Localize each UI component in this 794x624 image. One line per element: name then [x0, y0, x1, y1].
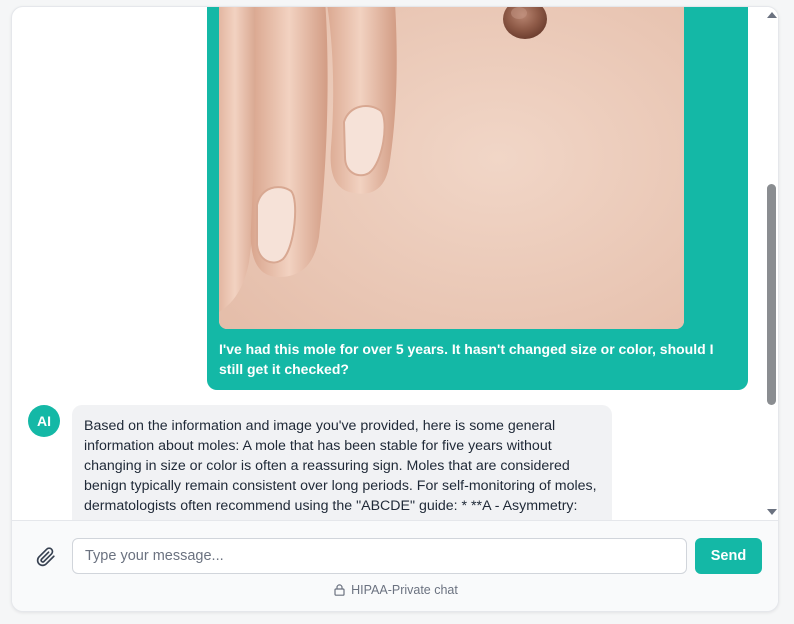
paperclip-icon[interactable] — [36, 547, 56, 567]
ai-message-bubble: Based on the information and image you'v… — [72, 405, 612, 520]
privacy-text: HIPAA-Private chat — [351, 583, 458, 597]
message-list[interactable]: I've had this mole for over 5 years. It … — [12, 7, 778, 520]
scroll-up-arrow-icon[interactable] — [767, 12, 777, 18]
message-scrollbar[interactable] — [764, 7, 778, 520]
send-button[interactable]: Send — [695, 538, 762, 574]
user-message-bubble: I've had this mole for over 5 years. It … — [207, 7, 748, 390]
attached-photo[interactable] — [219, 7, 684, 329]
message-composer: Send HIPAA-Private chat — [12, 520, 778, 611]
message-input[interactable] — [72, 538, 687, 574]
ai-avatar: AI — [28, 405, 60, 437]
lock-icon — [334, 584, 345, 600]
chat-window: I've had this mole for over 5 years. It … — [11, 6, 779, 612]
scroll-down-arrow-icon[interactable] — [767, 509, 777, 515]
privacy-note: HIPAA-Private chat — [12, 582, 778, 600]
user-message-text: I've had this mole for over 5 years. It … — [219, 341, 714, 377]
mole-photo-image — [219, 7, 684, 329]
scrollbar-thumb[interactable] — [767, 184, 776, 405]
